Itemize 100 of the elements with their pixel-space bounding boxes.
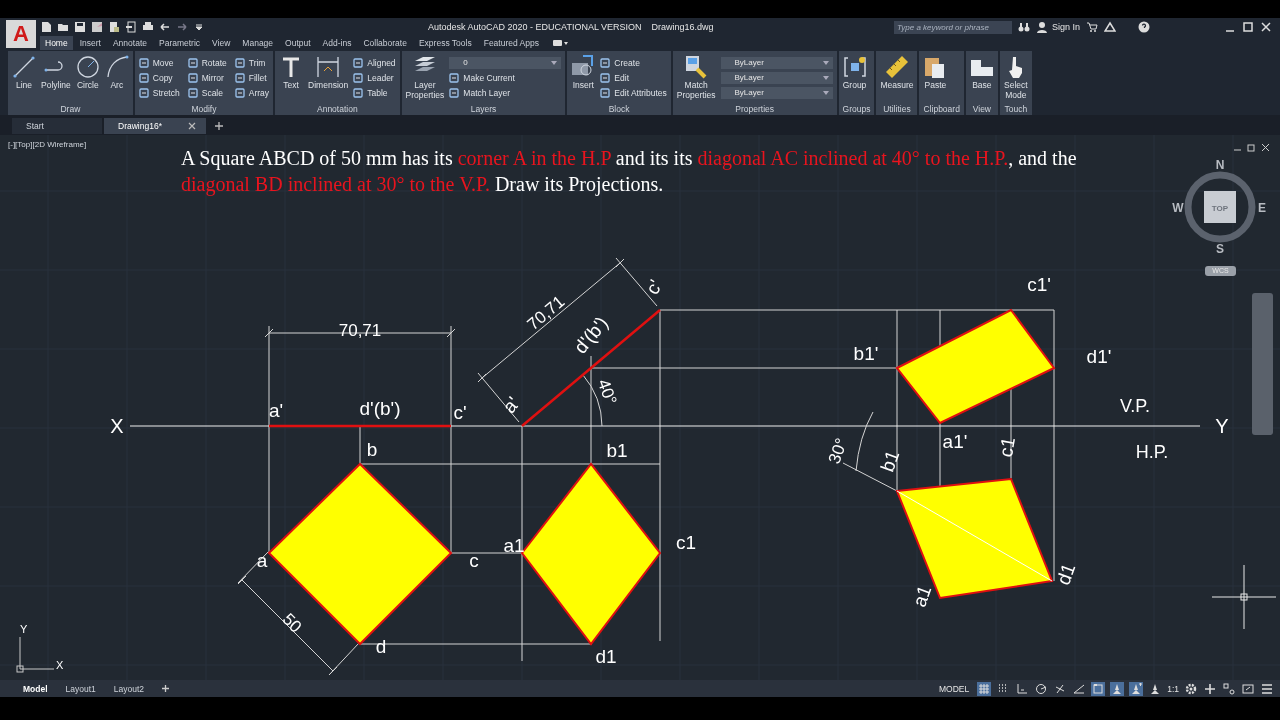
ribbon-tool[interactable]: Aligned <box>353 57 396 68</box>
compass-label[interactable]: W <box>1172 201 1184 215</box>
ribbon-tab[interactable]: Add-ins <box>317 36 357 50</box>
panel-title[interactable]: Groups <box>842 102 871 115</box>
panel-title[interactable]: Layers <box>470 102 497 115</box>
layout-tab[interactable]: Layout1 <box>58 681 103 696</box>
restore-icon[interactable] <box>1247 143 1256 152</box>
selection-icon[interactable] <box>1091 681 1106 696</box>
panel-title[interactable]: Annotation <box>317 102 358 115</box>
ribbon-tab[interactable]: Home <box>40 36 73 50</box>
ribbon-tool[interactable]: Move <box>138 57 180 68</box>
ribbon-tool[interactable]: Mirror <box>187 72 227 83</box>
print-icon[interactable] <box>142 21 154 33</box>
ribbon-tool[interactable]: Fillet <box>234 72 270 83</box>
ribbon-tool[interactable]: Dimension <box>308 53 349 102</box>
polar-icon[interactable] <box>1034 681 1049 696</box>
plus-icon[interactable] <box>1203 681 1217 696</box>
close-icon[interactable] <box>1261 143 1270 152</box>
binoculars-icon[interactable] <box>1018 21 1030 33</box>
ribbon-tool[interactable]: Match Properties <box>676 53 716 102</box>
ribbon-tool[interactable]: Circle <box>75 53 100 102</box>
layer-dropdown[interactable]: ByLayer <box>720 56 833 69</box>
ribbon-tab[interactable]: Manage <box>237 36 279 50</box>
ribbon-tool[interactable]: Copy <box>138 72 180 83</box>
ribbon-tool[interactable]: Insert <box>571 53 596 102</box>
ribbon-tab[interactable]: Annotate <box>107 36 152 50</box>
panel-title[interactable]: View <box>972 102 991 115</box>
sign-in-link[interactable]: Sign In <box>1052 22 1081 32</box>
toggle-icon[interactable] <box>552 39 568 47</box>
ribbon-tool[interactable]: Group <box>842 53 867 102</box>
triangle-icon[interactable] <box>1104 21 1117 33</box>
save-icon[interactable] <box>74 21 86 33</box>
ribbon-tool[interactable]: Polyline <box>41 53 71 102</box>
ribbon-tool[interactable]: Rotate <box>187 57 227 68</box>
ribbon-tab[interactable]: Parametric <box>154 36 206 50</box>
panel-title[interactable]: Utilities <box>883 102 911 115</box>
ribbon-tool[interactable]: Scale <box>187 87 227 98</box>
layout-tab[interactable]: Model <box>16 681 55 696</box>
cart-icon[interactable] <box>1086 21 1099 33</box>
ribbon-tool[interactable]: Select Mode <box>1003 53 1028 102</box>
compass-label[interactable]: S <box>1216 242 1224 256</box>
import-icon[interactable] <box>125 21 137 33</box>
panel-title[interactable]: Draw <box>60 102 81 115</box>
ribbon-tool[interactable]: Line <box>12 53 36 102</box>
ribbon-tool[interactable]: Paste <box>923 53 948 102</box>
compass-label[interactable]: N <box>1215 158 1225 172</box>
ribbon-tab[interactable]: Express Tools <box>413 36 477 50</box>
ribbon-tool[interactable]: Array <box>234 87 270 98</box>
ribbon-tab[interactable]: Output <box>280 36 316 50</box>
ribbon-tool[interactable]: Arc <box>104 53 129 102</box>
ribbon-tool[interactable]: Base <box>969 53 994 102</box>
document-tab[interactable]: Drawing16* <box>104 118 206 134</box>
annotation-scale[interactable]: 1:1 <box>1167 683 1179 694</box>
ribbon-tool[interactable]: Trim <box>234 57 270 68</box>
folder-icon[interactable] <box>57 21 69 33</box>
annotation-icon[interactable] <box>1129 681 1144 696</box>
ribbon-tool[interactable]: Layer Properties <box>405 53 445 102</box>
customize-icon[interactable] <box>193 21 205 33</box>
ribbon-tool[interactable]: Edit <box>600 72 667 83</box>
ribbon-tool[interactable]: Edit Attributes <box>600 87 667 98</box>
layer-dropdown[interactable]: ByLayer <box>720 86 833 99</box>
compass-label[interactable]: E <box>1258 201 1266 215</box>
ribbon-tool[interactable]: Match Layer <box>449 87 562 98</box>
layout-tab[interactable]: Layout2 <box>106 681 152 696</box>
close-icon[interactable] <box>1260 21 1272 33</box>
panel-title[interactable]: Clipboard <box>923 102 960 115</box>
ribbon-tool[interactable]: Measure <box>880 53 914 102</box>
app-button[interactable]: A <box>6 20 36 48</box>
ribbon-tool[interactable]: Leader <box>353 72 396 83</box>
panel-title[interactable]: Properties <box>735 102 775 115</box>
ribbon-tab[interactable]: Insert <box>74 36 106 50</box>
viewport-controls[interactable]: [-][Top][2D Wireframe] <box>8 140 87 149</box>
menu-icon[interactable] <box>1260 681 1274 696</box>
ribbon-tab[interactable]: Featured Apps <box>478 36 544 50</box>
maximize-icon[interactable] <box>1242 21 1254 33</box>
ribbon-tool[interactable]: Text <box>279 53 304 102</box>
help-icon[interactable] <box>1138 21 1151 33</box>
file-icon[interactable] <box>40 21 52 33</box>
ortho-icon[interactable] <box>1015 681 1030 696</box>
redo-icon[interactable] <box>176 21 188 33</box>
layer-dropdown[interactable]: ByLayer <box>720 71 833 84</box>
gear-icon[interactable] <box>1184 681 1198 696</box>
panel-title[interactable]: Touch <box>1004 102 1028 115</box>
model-space-button[interactable]: MODEL <box>935 683 973 694</box>
undo-icon[interactable] <box>159 21 171 33</box>
grid-icon[interactable] <box>977 681 992 696</box>
close-icon[interactable] <box>187 122 196 130</box>
document-tab[interactable]: Start <box>12 118 102 134</box>
ribbon-tool[interactable]: Create <box>600 57 667 68</box>
save-as-icon[interactable] <box>91 21 103 33</box>
isolate-icon[interactable] <box>1222 681 1236 696</box>
panel-title[interactable]: Modify <box>191 102 217 115</box>
publish-icon[interactable] <box>108 21 120 33</box>
ribbon-tab[interactable]: View <box>207 36 236 50</box>
panel-title[interactable]: Block <box>608 102 630 115</box>
ribbon-tool[interactable]: Make Current <box>449 72 562 83</box>
layer-dropdown[interactable]: 0 <box>449 56 562 69</box>
ribbon-tab[interactable]: Collaborate <box>358 36 412 50</box>
search-field[interactable]: Type a keyword or phrase <box>894 20 1012 34</box>
fullscreen-icon[interactable] <box>1241 681 1255 696</box>
